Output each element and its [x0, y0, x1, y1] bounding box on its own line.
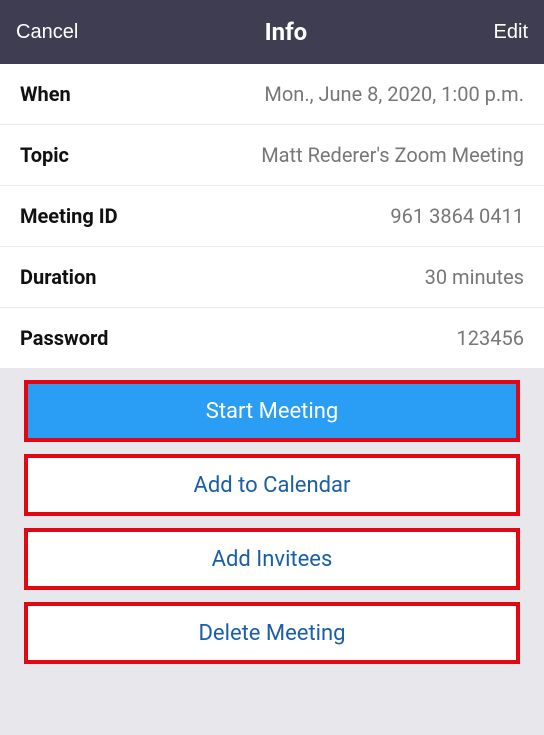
- header: Cancel Info Edit: [0, 0, 544, 64]
- actions: Start Meeting Add to Calendar Add Invite…: [0, 368, 544, 676]
- row-topic: Topic Matt Rederer's Zoom Meeting: [0, 125, 544, 186]
- password-label: Password: [20, 326, 108, 350]
- add-to-calendar-button[interactable]: Add to Calendar: [24, 454, 520, 516]
- topic-label: Topic: [20, 143, 69, 167]
- row-when: When Mon., June 8, 2020, 1:00 p.m.: [0, 64, 544, 125]
- row-password: Password 123456: [0, 308, 544, 368]
- password-value: 123456: [457, 326, 524, 350]
- cancel-button[interactable]: Cancel: [16, 21, 78, 44]
- row-meeting-id: Meeting ID 961 3864 0411: [0, 186, 544, 247]
- delete-meeting-button[interactable]: Delete Meeting: [24, 602, 520, 664]
- row-duration: Duration 30 minutes: [0, 247, 544, 308]
- meeting-id-label: Meeting ID: [20, 204, 118, 228]
- page-title: Info: [265, 18, 308, 46]
- add-invitees-button[interactable]: Add Invitees: [24, 528, 520, 590]
- edit-button[interactable]: Edit: [494, 21, 528, 44]
- topic-value: Matt Rederer's Zoom Meeting: [261, 143, 524, 167]
- meeting-id-value: 961 3864 0411: [390, 204, 524, 228]
- duration-value: 30 minutes: [425, 265, 524, 289]
- when-value: Mon., June 8, 2020, 1:00 p.m.: [264, 82, 524, 106]
- start-meeting-button[interactable]: Start Meeting: [24, 380, 520, 442]
- duration-label: Duration: [20, 265, 96, 289]
- meeting-details: When Mon., June 8, 2020, 1:00 p.m. Topic…: [0, 64, 544, 368]
- when-label: When: [20, 82, 71, 106]
